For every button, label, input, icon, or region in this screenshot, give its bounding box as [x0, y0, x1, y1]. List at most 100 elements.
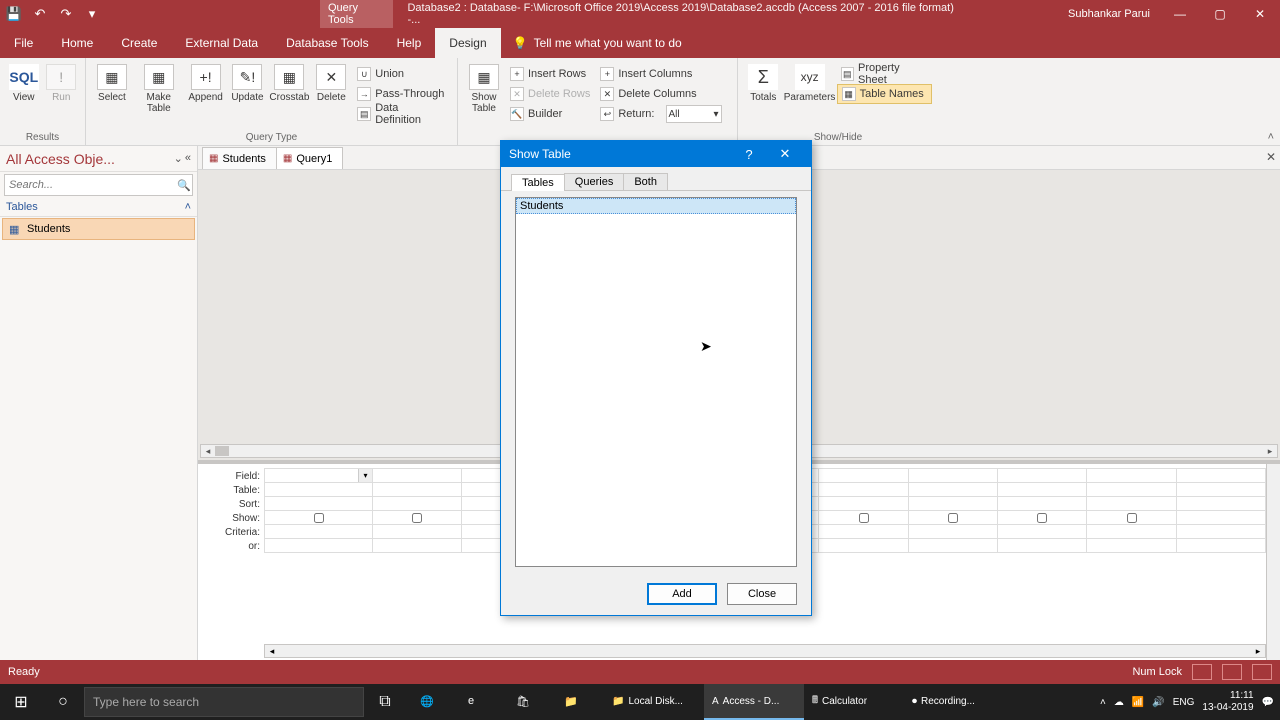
taskbar-search-placeholder: Type here to search	[93, 695, 199, 709]
tray-network-icon[interactable]: 📶	[1132, 697, 1144, 708]
nav-search[interactable]: 🔍	[4, 174, 193, 196]
view-sql-button[interactable]	[1222, 664, 1242, 680]
group-label-results: Results	[0, 132, 85, 143]
nav-header[interactable]: All Access Obje... ⌄«	[0, 146, 197, 172]
taskbar-search[interactable]: Type here to search	[84, 687, 364, 717]
task-edge[interactable]: e	[460, 684, 508, 720]
scroll-left-icon[interactable]: ◂	[201, 446, 215, 457]
append-button[interactable]: +!Append	[186, 62, 226, 128]
view-datasheet-button[interactable]	[1192, 664, 1212, 680]
update-button[interactable]: ✎!Update	[228, 62, 268, 128]
show-checkbox[interactable]	[1037, 513, 1047, 523]
tab-help[interactable]: Help	[383, 28, 436, 58]
dialog-list-item[interactable]: Students	[516, 198, 796, 214]
show-checkbox[interactable]	[412, 513, 422, 523]
task-chrome[interactable]: 🌐	[412, 684, 460, 720]
dialog-tab-tables[interactable]: Tables	[511, 174, 565, 191]
nav-item-students[interactable]: Students	[2, 218, 195, 240]
totals-button[interactable]: ΣTotals	[744, 62, 783, 117]
close-button[interactable]: Close	[727, 583, 797, 605]
search-icon[interactable]: 🔍	[176, 179, 192, 192]
tray-onedrive-icon[interactable]: ☁	[1114, 697, 1124, 708]
tab-external-data[interactable]: External Data	[171, 28, 272, 58]
delete-rows-button[interactable]: ✕Delete Rows	[506, 84, 594, 104]
run-button[interactable]: !Run	[44, 62, 80, 117]
show-table-button[interactable]: ▦Show Table	[464, 62, 504, 128]
data-definition-button[interactable]: ▤Data Definition	[353, 104, 451, 124]
scroll-right-icon[interactable]: ▸	[1263, 446, 1277, 457]
close-tab-button[interactable]: ✕	[1266, 150, 1276, 164]
nav-title: All Access Obje...	[6, 151, 115, 167]
collapse-ribbon-button[interactable]: ˄	[1268, 131, 1274, 143]
view-button[interactable]: SQLView	[6, 62, 42, 117]
tray-notifications-icon[interactable]: 💬	[1262, 697, 1274, 708]
doc-tab-query1[interactable]: ▦Query1	[276, 147, 344, 169]
dialog-close-x-button[interactable]: ✕	[767, 141, 803, 167]
scroll-thumb[interactable]	[215, 446, 229, 456]
tab-design[interactable]: Design	[435, 28, 500, 58]
tray-clock[interactable]: 11:1113-04-2019	[1202, 690, 1253, 714]
tab-file[interactable]: File	[0, 28, 47, 58]
tray-volume-icon[interactable]: 🔊	[1152, 697, 1164, 708]
dialog-list[interactable]: Students	[515, 197, 797, 567]
dialog-titlebar[interactable]: Show Table ? ✕	[501, 141, 811, 167]
redo-icon[interactable]: ↷	[56, 4, 76, 24]
property-sheet-button[interactable]: ▤Property Sheet	[837, 64, 932, 84]
task-view-icon[interactable]: ⧉	[364, 684, 406, 720]
minimize-button[interactable]: —	[1162, 0, 1198, 28]
add-button[interactable]: Add	[647, 583, 717, 605]
show-checkbox[interactable]	[1127, 513, 1137, 523]
undo-icon[interactable]: ↶	[30, 4, 50, 24]
nav-search-input[interactable]	[5, 179, 176, 191]
show-checkbox[interactable]	[314, 513, 324, 523]
qat-customize-icon[interactable]: ▾	[82, 4, 102, 24]
task-calculator[interactable]: 🖩 Calculator	[804, 684, 904, 720]
task-explorer[interactable]: 📁	[556, 684, 604, 720]
grid-hscroll[interactable]: ◂▸	[264, 644, 1266, 658]
table-names-toggle[interactable]: ▦Table Names	[837, 84, 932, 104]
dialog-tab-both[interactable]: Both	[623, 173, 668, 190]
view-design-button[interactable]	[1252, 664, 1272, 680]
doc-tab-students[interactable]: ▦Students	[202, 147, 277, 169]
start-button[interactable]: ⊞	[0, 684, 42, 720]
insert-rows-button[interactable]: +Insert Rows	[506, 64, 594, 84]
builder-button[interactable]: 🔨Builder	[506, 104, 594, 124]
show-checkbox[interactable]	[859, 513, 869, 523]
nav-category-tables[interactable]: Tables˄	[0, 198, 197, 217]
crosstab-icon: ▦	[274, 64, 304, 90]
field-dropdown-icon[interactable]: ▾	[358, 469, 372, 482]
save-icon[interactable]: 💾	[4, 4, 24, 24]
insert-columns-button[interactable]: +Insert Columns	[596, 64, 725, 84]
field-cell[interactable]: ▾	[265, 469, 373, 483]
select-query-button[interactable]: ▦Select	[92, 62, 132, 128]
restore-button[interactable]: ▢	[1202, 0, 1238, 28]
tab-create[interactable]: Create	[107, 28, 171, 58]
delete-query-button[interactable]: ✕Delete	[311, 62, 351, 128]
crosstab-button[interactable]: ▦Crosstab	[269, 62, 309, 128]
tray-chevron-icon[interactable]: ˄	[1100, 697, 1106, 708]
tab-home[interactable]: Home	[47, 28, 107, 58]
close-window-button[interactable]: ✕	[1242, 0, 1278, 28]
dialog-tab-queries[interactable]: Queries	[564, 173, 625, 190]
task-local-disk[interactable]: 📁 Local Disk...	[604, 684, 704, 720]
cortana-icon[interactable]: ○	[42, 684, 84, 720]
make-table-button[interactable]: ▦Make Table	[134, 62, 184, 128]
tray-language[interactable]: ENG	[1173, 697, 1195, 708]
task-store[interactable]: 🛍	[508, 684, 556, 720]
task-recording[interactable]: ⏺ Recording...	[904, 684, 1004, 720]
tab-database-tools[interactable]: Database Tools	[272, 28, 383, 58]
dialog-help-button[interactable]: ?	[731, 141, 767, 167]
grid-row-labels: Field:Table:Sort:Show:Criteria:or:	[198, 470, 264, 554]
parameters-button[interactable]: xyzParameters	[785, 62, 835, 117]
nav-dropdown-icon[interactable]: ⌄	[174, 152, 183, 165]
nav-collapse-icon[interactable]: «	[185, 152, 191, 165]
task-access[interactable]: A Access - D...	[704, 684, 804, 720]
workspace-vscroll[interactable]	[1266, 464, 1280, 660]
delete-columns-button[interactable]: ✕Delete Columns	[596, 84, 725, 104]
return-selector[interactable]: ↩Return: All▾	[596, 104, 725, 124]
show-table-icon: ▦	[469, 64, 499, 90]
show-checkbox[interactable]	[948, 513, 958, 523]
passthrough-button[interactable]: →Pass-Through	[353, 84, 451, 104]
union-button[interactable]: ∪Union	[353, 64, 451, 84]
tell-me-search[interactable]: 💡 Tell me what you want to do	[501, 28, 682, 58]
